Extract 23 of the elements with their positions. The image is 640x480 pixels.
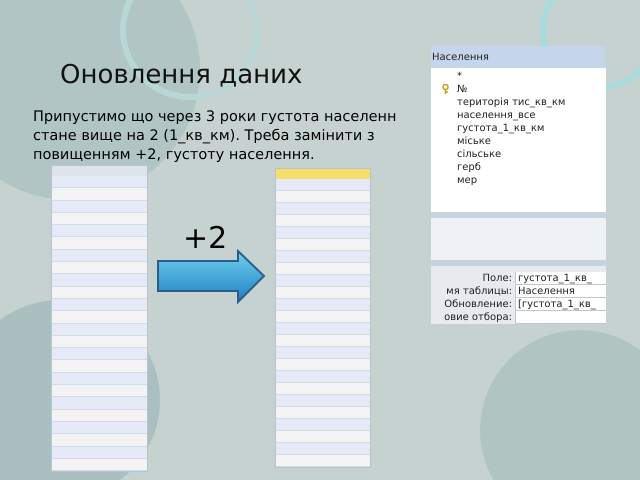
field-list-item[interactable]: *: [457, 72, 462, 82]
field-list-item[interactable]: сільське: [457, 150, 502, 160]
grid-row-label: овие отбора:: [443, 311, 513, 324]
arrow-label: +2: [183, 224, 228, 254]
slide-paragraph: Припустимо що через 3 роки густота населенн стане вище на 2 (1_кв_км). Треба замінити з повищенням +2, густоту населення.: [33, 108, 396, 165]
field-list-item[interactable]: міське: [457, 136, 491, 146]
grid-cell[interactable]: [515, 311, 606, 324]
field-list-item[interactable]: густота_1_кв_км: [457, 124, 544, 134]
grid-cell[interactable]: Населення: [515, 285, 606, 298]
grid-row-label: Обновление:: [443, 298, 513, 311]
field-list-item[interactable]: територія тис_кв_км: [457, 98, 566, 108]
key-icon: [441, 84, 450, 95]
field-list-item[interactable]: герб: [457, 162, 481, 172]
grid-cell[interactable]: густота_1_кв_: [515, 272, 606, 285]
grid-row-label: мя таблицы:: [445, 285, 513, 298]
grid-cell[interactable]: [густота_1_кв_: [515, 298, 606, 311]
field-list-item[interactable]: населення_все: [457, 110, 536, 120]
slide-title: Оновлення даних: [60, 59, 302, 92]
field-list-item[interactable]: мер: [457, 176, 478, 186]
grid-row-label: Поле:: [481, 272, 513, 285]
field-list-item[interactable]: №: [457, 84, 468, 94]
right-arrow-icon: [156, 249, 266, 304]
table-title: Населення: [432, 50, 489, 64]
